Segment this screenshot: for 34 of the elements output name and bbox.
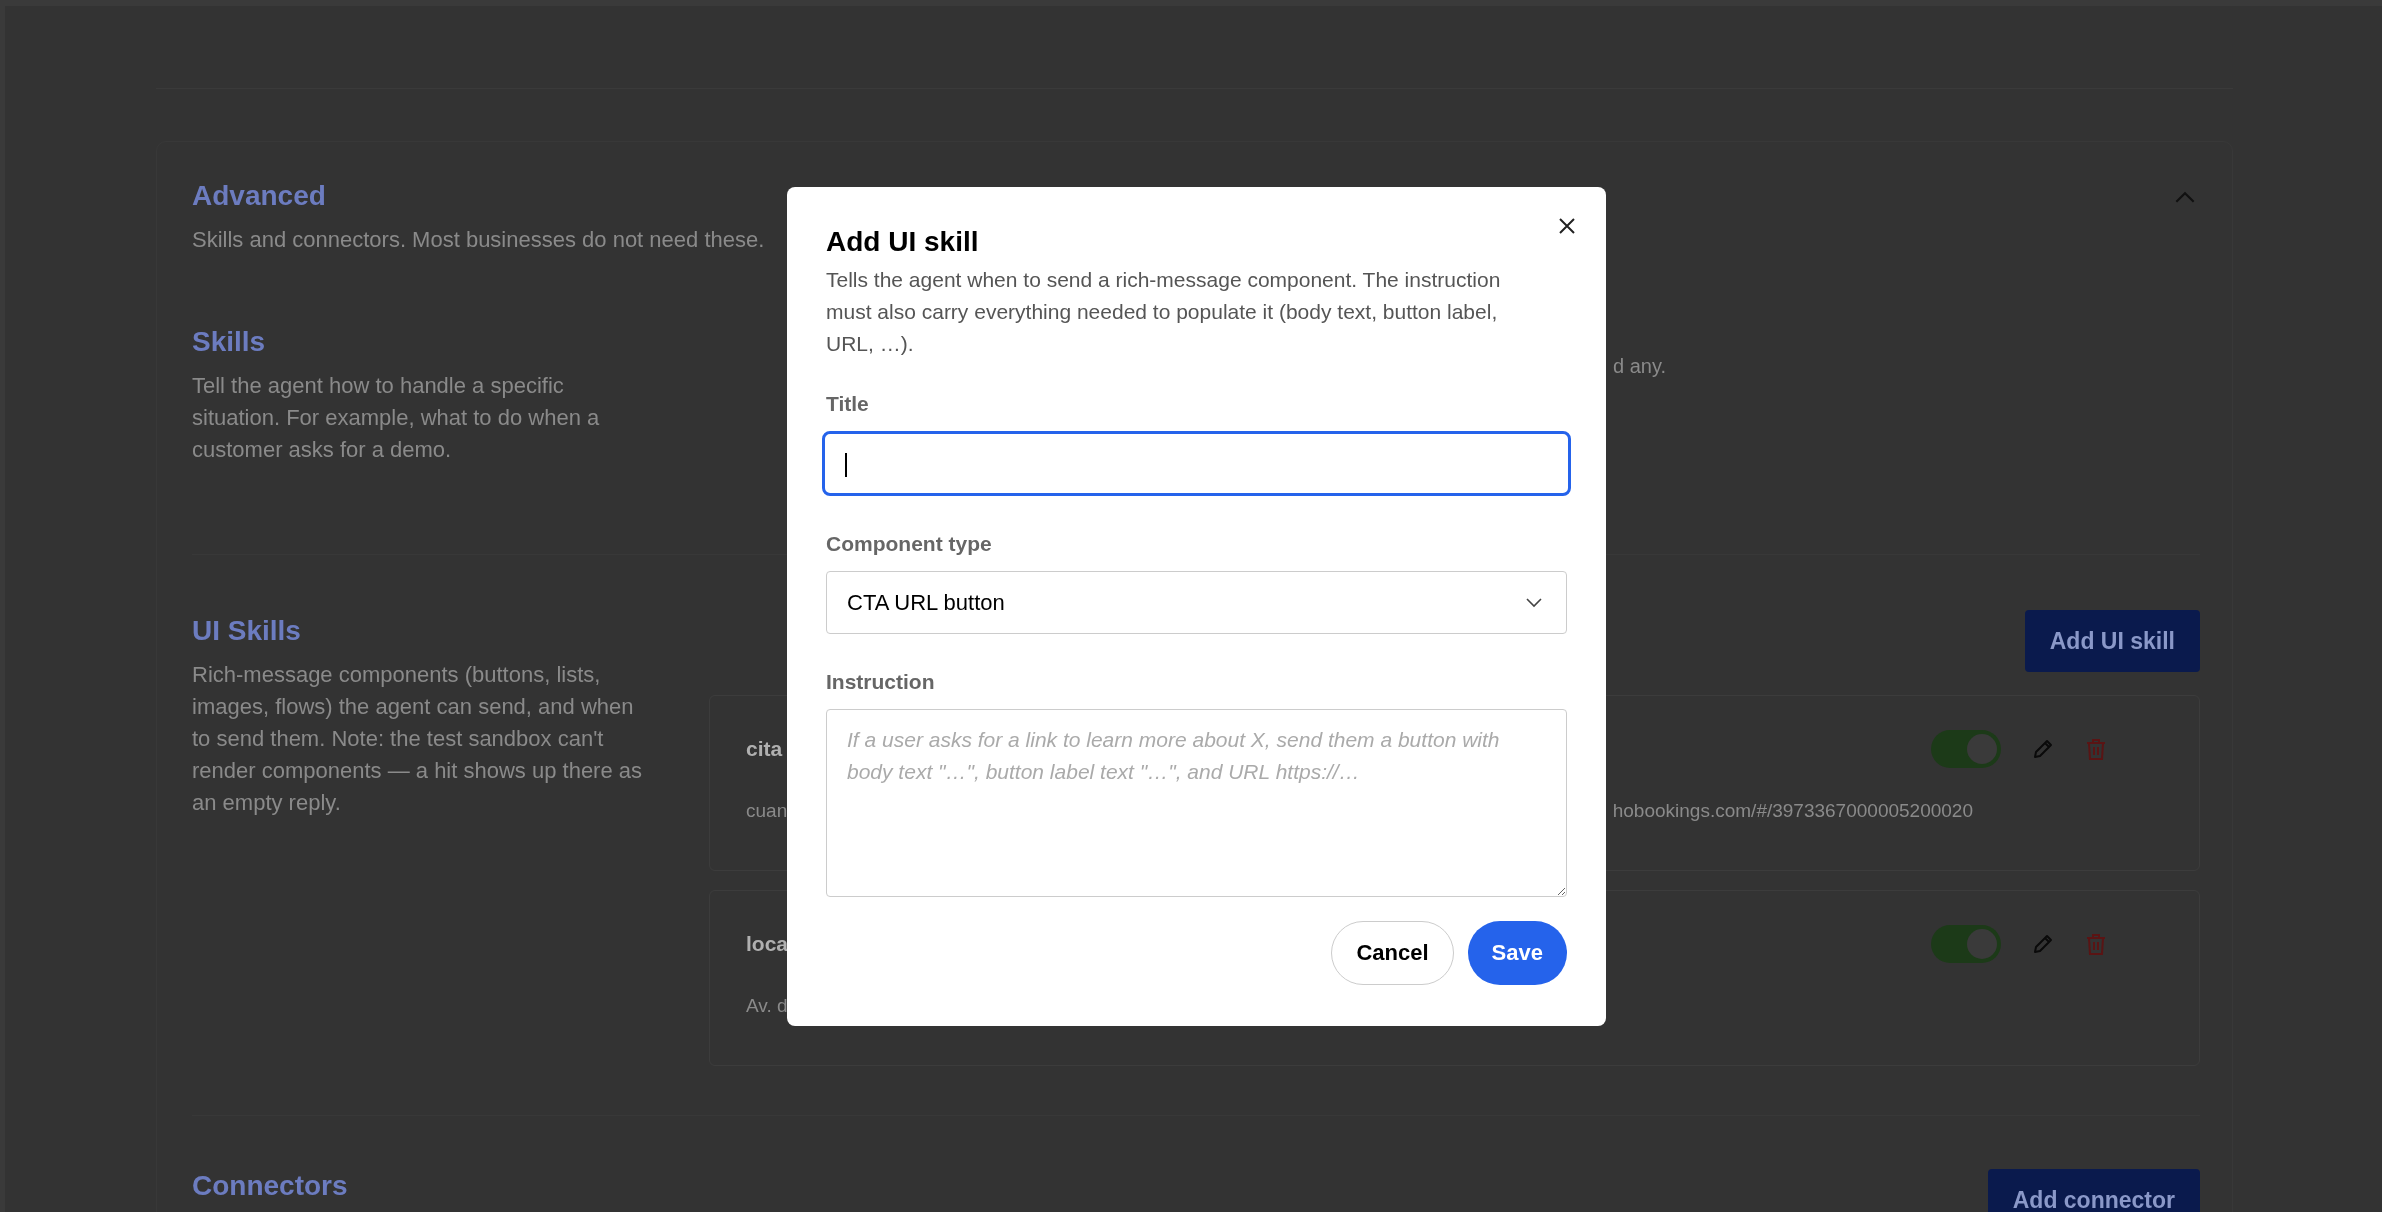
enable-toggle[interactable] (1931, 925, 2001, 963)
section-description: Skills and connectors. Most businesses do not need these. (192, 226, 765, 254)
add-ui-skill-button[interactable]: Add UI skill (2024, 610, 2200, 672)
ui-skill-url: hobookings.com/#/3973367000005200020 (1612, 800, 1973, 822)
dialog-description: Tells the agent when to send a rich-message component. The instruction must also carry everything needed to populate it (body text, button label, URL, …). (826, 267, 1502, 357)
add-connector-button[interactable]: Add connector (1987, 1169, 2200, 1212)
trash-icon[interactable] (2085, 932, 2107, 956)
save-button[interactable]: Save (1467, 921, 1567, 985)
close-icon[interactable] (1558, 217, 1576, 235)
chevron-down-icon (1526, 597, 1542, 608)
section-description: Tell the agent how to handle a specific situation. For example, what to do when a customer asks for a demo. (192, 372, 601, 464)
component-type-select[interactable]: CTA URL button (826, 571, 1567, 634)
enable-toggle[interactable] (1931, 730, 2001, 768)
section-title: UI Skills (192, 614, 302, 648)
section-description: Rich-message components (buttons, lists, images, flows) the agent can send, and when to send them. Note: the test sandbox can't render components — a hit shows up there as an empty reply. (192, 661, 644, 817)
cancel-button[interactable]: Cancel (1331, 921, 1454, 985)
trash-icon[interactable] (2085, 737, 2107, 761)
ui-skill-detail: Av. d (746, 995, 788, 1017)
ui-skill-title: loca (746, 932, 789, 956)
note-text: d any. (1613, 355, 1666, 378)
ui-skill-title: cita (746, 737, 783, 761)
ui-skill-detail: cuan (746, 800, 788, 822)
section-title: Advanced (192, 179, 327, 213)
field-label: Instruction (826, 670, 936, 694)
field-label: Component type (826, 532, 993, 556)
field-label: Title (826, 392, 870, 416)
pencil-icon[interactable] (2031, 932, 2055, 956)
section-title: Connectors (192, 1169, 349, 1203)
chevron-up-icon[interactable] (2174, 191, 2196, 204)
instruction-field[interactable]: If a user asks for a link to learn more about X, send them a button with body text "…", button label text "…", and URL https://… (826, 709, 1567, 897)
section-title: Skills (192, 325, 267, 359)
dialog-title: Add UI skill (826, 225, 980, 259)
title-field[interactable] (822, 431, 1571, 496)
pencil-icon[interactable] (2031, 737, 2055, 761)
